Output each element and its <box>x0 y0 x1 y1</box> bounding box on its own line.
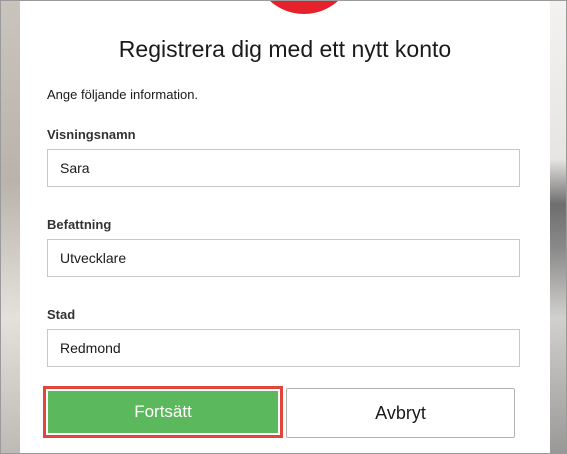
signup-window: Registrera dig med ett nytt konto Ange f… <box>0 0 567 454</box>
continue-button[interactable]: Fortsätt <box>43 386 283 438</box>
job-title-label: Befattning <box>47 217 112 232</box>
continue-button-label: Fortsätt <box>46 389 280 435</box>
page-title: Registrera dig med ett nytt konto <box>118 36 452 62</box>
city-label: Stad <box>47 307 76 322</box>
display-name-input[interactable] <box>47 149 520 187</box>
signup-panel: Registrera dig med ett nytt konto Ange f… <box>20 0 550 454</box>
background-photo-left <box>0 0 20 454</box>
instructions-text: Ange följande information. <box>47 87 199 102</box>
brand-logo-icon <box>253 0 355 14</box>
job-title-input[interactable] <box>47 239 520 277</box>
cancel-button[interactable]: Avbryt <box>286 388 515 438</box>
city-input[interactable] <box>47 329 520 367</box>
background-photo-right <box>550 0 567 454</box>
display-name-label: Visningsnamn <box>47 127 136 142</box>
